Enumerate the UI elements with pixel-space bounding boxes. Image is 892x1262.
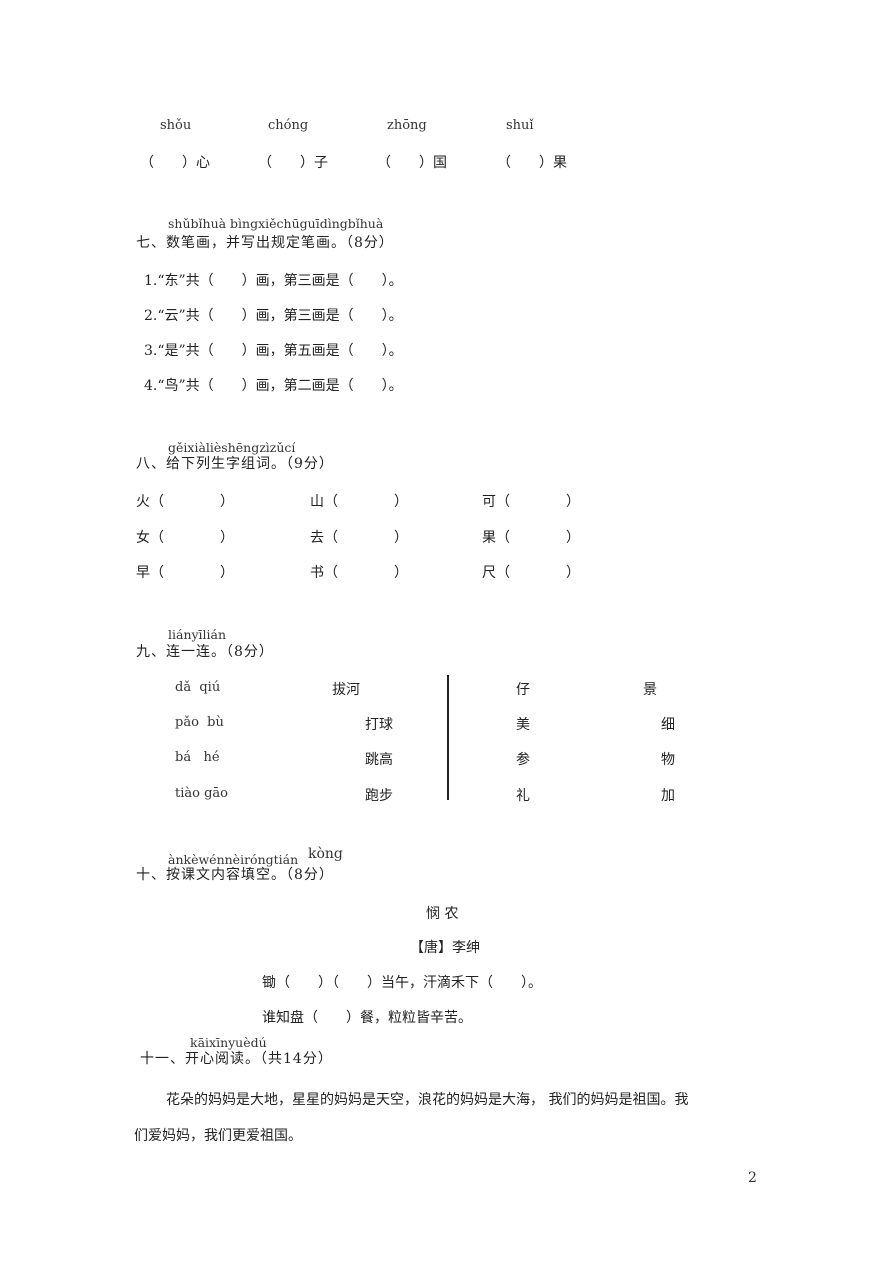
- match-char-right-1[interactable]: 景: [643, 679, 657, 699]
- fill-blank-guo[interactable]: （ ）国: [377, 152, 447, 172]
- word-group-qu[interactable]: 去（ ）: [310, 527, 408, 547]
- poem-title: 悯 农: [426, 906, 459, 922]
- word-group-ke[interactable]: 可（ ）: [482, 491, 580, 511]
- match-word-2[interactable]: 打球: [365, 714, 393, 734]
- pinyin-zhong: zhōng: [387, 118, 427, 133]
- match-char-left-2[interactable]: 美: [516, 714, 530, 734]
- match-pinyin-3[interactable]: bá hé: [175, 750, 220, 765]
- match-char-left-1[interactable]: 仔: [516, 679, 530, 699]
- section10-pinyin-kong: kòng: [308, 846, 343, 862]
- fill-blank-guo2[interactable]: （ ）果: [497, 152, 567, 172]
- reading-paragraph-line-2: 们爱妈妈，我们更爱祖国。: [134, 1128, 302, 1144]
- match-char-right-3[interactable]: 物: [661, 749, 675, 769]
- fill-blank-xin[interactable]: （ ）心: [140, 152, 210, 172]
- match-char-right-4[interactable]: 加: [661, 785, 675, 805]
- match-char-left-3[interactable]: 参: [516, 749, 530, 769]
- section10-title: 十、按课文内容填空。（8分）: [136, 867, 334, 883]
- section11-title: 十一、开心阅读。（共14分）: [140, 1051, 333, 1067]
- stroke-question-4[interactable]: 4.“鸟”共（ ）画，第二画是（ ）。: [144, 375, 403, 395]
- match-word-4[interactable]: 跑步: [365, 785, 393, 805]
- poem-line-2[interactable]: 谁知盘（ ）餐，粒粒皆辛苦。: [262, 1007, 472, 1027]
- section9-title: 九、连一连。（8分）: [136, 644, 274, 660]
- pinyin-shou: shǒu: [160, 118, 192, 133]
- word-group-guo[interactable]: 果（ ）: [482, 527, 580, 547]
- word-group-chi[interactable]: 尺（ ）: [482, 562, 580, 582]
- word-group-huo[interactable]: 火（ ）: [136, 491, 234, 511]
- divider-line: [447, 675, 449, 800]
- section7-title: 七、数笔画，并写出规定笔画。（8分）: [136, 235, 394, 251]
- word-group-nv[interactable]: 女（ ）: [136, 527, 234, 547]
- match-char-left-4[interactable]: 礼: [516, 785, 530, 805]
- match-word-1[interactable]: 拔河: [332, 679, 360, 699]
- stroke-question-3[interactable]: 3.“是”共（ ）画，第五画是（ ）。: [144, 340, 403, 360]
- word-group-zao[interactable]: 早（ ）: [136, 562, 234, 582]
- word-group-shu[interactable]: 书（ ）: [310, 562, 408, 582]
- poem-author: 【唐】李绅: [410, 940, 480, 956]
- page-number: 2: [748, 1170, 757, 1186]
- match-char-right-2[interactable]: 细: [661, 714, 675, 734]
- pinyin-chong: chóng: [268, 118, 309, 133]
- match-pinyin-4[interactable]: tiào gāo: [175, 786, 228, 801]
- stroke-question-1[interactable]: 1.“东”共（ ）画，第三画是（ ）。: [144, 270, 403, 290]
- fill-blank-zi[interactable]: （ ）子: [258, 152, 328, 172]
- match-word-3[interactable]: 跳高: [365, 749, 393, 769]
- pinyin-shui: shuǐ: [506, 118, 534, 133]
- reading-paragraph-line-1: 花朵的妈妈是大地，星星的妈妈是天空，浪花的妈妈是大海， 我们的妈妈是祖国。我: [166, 1092, 689, 1108]
- word-group-shan[interactable]: 山（ ）: [310, 491, 408, 511]
- section7-pinyin: shǔbǐhuà bìngxiěchūguīdìngbǐhuà: [168, 216, 384, 231]
- section9-pinyin: liányīlián: [168, 627, 227, 642]
- section8-title: 八、给下列生字组词。（9分）: [136, 456, 334, 472]
- match-pinyin-2[interactable]: pǎo bù: [175, 715, 224, 730]
- stroke-question-2[interactable]: 2.“云”共（ ）画，第三画是（ ）。: [144, 305, 403, 325]
- match-pinyin-1[interactable]: dǎ qiú: [175, 680, 220, 695]
- poem-line-1[interactable]: 锄（ ）（ ）当午，汗滴禾下（ ）。: [262, 972, 542, 992]
